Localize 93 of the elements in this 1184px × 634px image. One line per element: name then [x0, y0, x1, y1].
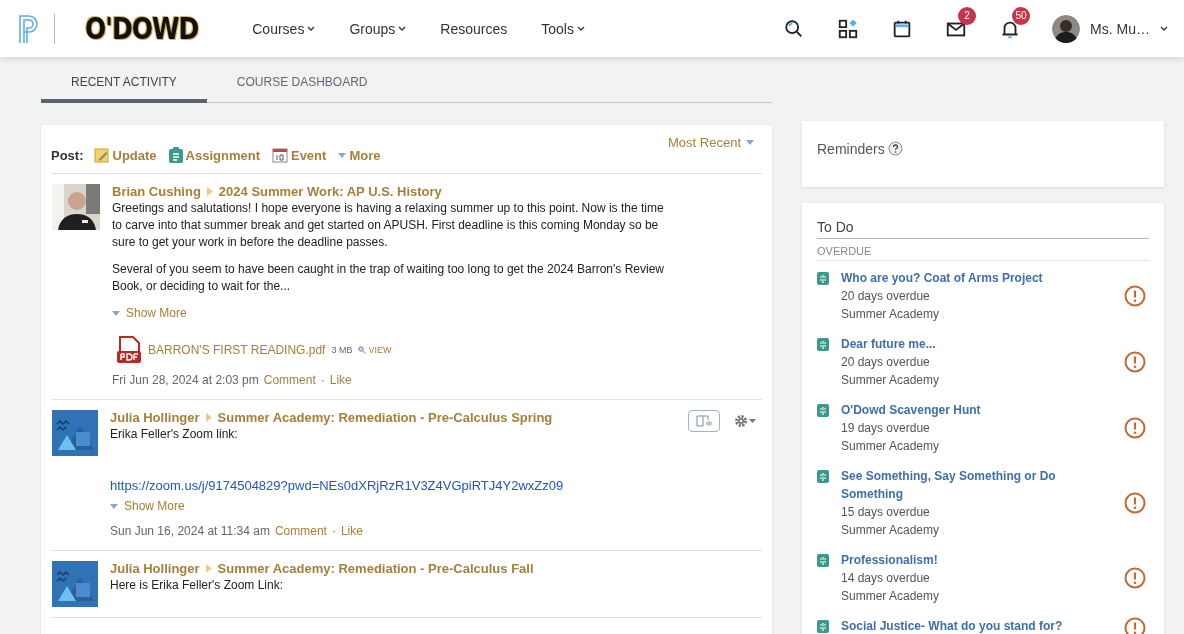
- caret-icon: [746, 140, 754, 145]
- menu-item[interactable]: Groups: [349, 20, 407, 37]
- settings-icon: [734, 414, 748, 428]
- overdue-text: 15 days overdue: [841, 504, 931, 521]
- todo-link[interactable]: Dear future me...: [841, 335, 1091, 353]
- arrow-icon: [206, 187, 213, 196]
- tab[interactable]: COURSE DASHBOARD: [206, 71, 398, 103]
- note-icon: [93, 147, 110, 163]
- post-action-link[interactable]: Comment: [263, 372, 316, 389]
- p-logo-icon: [18, 13, 40, 44]
- post-label: Post:: [51, 147, 84, 163]
- reader-icon: [696, 414, 712, 428]
- post-date: Sun Jun 16, 2024 at 11:34 am: [110, 523, 270, 540]
- course-icon: [52, 410, 98, 456]
- zoom-link[interactable]: https://zoom.us/j/9174504829?pwd=NEs0dXRjRzR1V3Z4VGpiRTJ4Y2wxZz09: [110, 477, 762, 494]
- warning-icon: [1124, 351, 1146, 373]
- avatar-icon: [1052, 14, 1081, 43]
- warning-icon: [1124, 417, 1146, 439]
- show-more-link[interactable]: Show More: [110, 498, 762, 515]
- warning-icon: [1124, 492, 1146, 514]
- pdf-icon: [116, 336, 142, 364]
- menu-item[interactable]: Tools: [541, 20, 585, 37]
- caret-icon: [110, 504, 118, 509]
- course-text: Summer Academy: [841, 588, 941, 605]
- view-link[interactable]: VIEW: [358, 341, 392, 359]
- school-logo: O'DOWD: [85, 11, 199, 46]
- arrow-icon: [205, 564, 212, 573]
- help-icon[interactable]: [887, 141, 903, 156]
- warning-icon: [1124, 285, 1146, 307]
- todo-link[interactable]: Who are you? Coat of Arms Project: [841, 269, 1091, 287]
- author-link[interactable]: Julia Hollinger: [110, 409, 200, 426]
- settings-button[interactable]: [734, 414, 756, 428]
- course-link[interactable]: 2024 Summer Work: AP U.S. History: [218, 183, 442, 200]
- caret-icon: [112, 311, 120, 316]
- warning-icon: [1124, 567, 1146, 589]
- caret-icon: [1160, 25, 1168, 32]
- todo-link[interactable]: Professionalism!: [841, 551, 1091, 569]
- clipboard-icon: [168, 147, 183, 163]
- post-date: Fri Jun 28, 2024 at 2:03 pm: [112, 372, 259, 389]
- post-text: Several of you seem to have been caught in the trap of waiting too long to get the 2024 Barron's Review Book, or deciding to wait for the...: [112, 261, 665, 295]
- section-heading: OVERDUE: [817, 239, 1149, 261]
- file-link[interactable]: BARRON'S FIRST READING.pdf: [148, 341, 326, 359]
- todo-link[interactable]: O'Dowd Scavenger Hunt: [841, 401, 1091, 419]
- todo-title: To Do: [817, 219, 1149, 239]
- menu-item[interactable]: Resources: [440, 20, 508, 37]
- file-size: 3 MB: [331, 343, 353, 357]
- clipboard-icon: [817, 469, 829, 483]
- caret-icon: [338, 152, 347, 158]
- course-link[interactable]: Summer Academy: Remediation - Pre-Calculus Spring: [217, 409, 553, 426]
- clipboard-icon: [817, 403, 829, 417]
- post-action-link[interactable]: Comment: [274, 523, 327, 540]
- user-menu[interactable]: Ms. Mu…: [1052, 14, 1168, 43]
- overdue-text: 20 days overdue: [841, 354, 931, 371]
- arrow-icon: [205, 413, 212, 422]
- post-action[interactable]: Event: [271, 147, 327, 163]
- post-action-link[interactable]: Like: [340, 523, 363, 540]
- author-link[interactable]: Julia Hollinger: [110, 560, 200, 577]
- count-badge: 50: [1012, 6, 1031, 25]
- count-badge: 2: [958, 6, 977, 25]
- overdue-text: 19 days overdue: [841, 420, 931, 437]
- post-action[interactable]: Update: [93, 147, 157, 163]
- tab[interactable]: RECENT ACTIVITY: [41, 71, 207, 103]
- post-action[interactable]: More: [338, 147, 381, 163]
- post-text: Greetings and salutations! I hope everyone is having a relaxing summer up to this point. Now is the time to carve into that summer break and get started on APUSH. First deadline is this coming Monday so be sure to get your work in before the deadline passes.: [112, 200, 665, 251]
- course-text: Summer Academy: [841, 372, 941, 389]
- apps-icon: [837, 17, 860, 40]
- caret-icon: [749, 419, 756, 423]
- todo-link[interactable]: See Something, Say Something or Do Something: [841, 467, 1091, 503]
- menu-item[interactable]: Courses: [252, 20, 316, 37]
- clipboard-icon: [817, 337, 829, 351]
- overdue-text: 20 days overdue: [841, 288, 931, 305]
- reminders-title: Reminders: [817, 141, 885, 157]
- post-action[interactable]: Assignment: [168, 147, 260, 163]
- author-link[interactable]: Brian Cushing: [112, 183, 201, 200]
- sort-dropdown[interactable]: Most Recent: [668, 135, 754, 150]
- course-text: Summer Academy: [841, 522, 941, 539]
- course-link[interactable]: Summer Academy: Remediation - Pre-Calculus Fall: [217, 560, 534, 577]
- post-text: Erika Feller's Zoom link:: [110, 426, 239, 443]
- warning-icon: [1124, 617, 1146, 634]
- course-icon: [52, 561, 98, 607]
- course-text: Summer Academy: [841, 438, 941, 455]
- overdue-text: 14 days overdue: [841, 570, 931, 587]
- calendar-icon: [271, 147, 288, 163]
- todo-link[interactable]: Social Justice- What do you stand for?: [841, 617, 1091, 634]
- clipboard-icon: [817, 553, 829, 567]
- course-text: Summer Academy: [841, 306, 941, 323]
- post-text: Here is Erika Feller's Zoom Link:: [110, 577, 284, 594]
- post-action-link[interactable]: Like: [329, 372, 352, 389]
- separator: ·: [320, 372, 325, 389]
- show-more-link[interactable]: Show More: [112, 305, 762, 322]
- separator: ·: [331, 523, 336, 540]
- clipboard-icon: [817, 271, 829, 285]
- search-icon: [358, 346, 367, 354]
